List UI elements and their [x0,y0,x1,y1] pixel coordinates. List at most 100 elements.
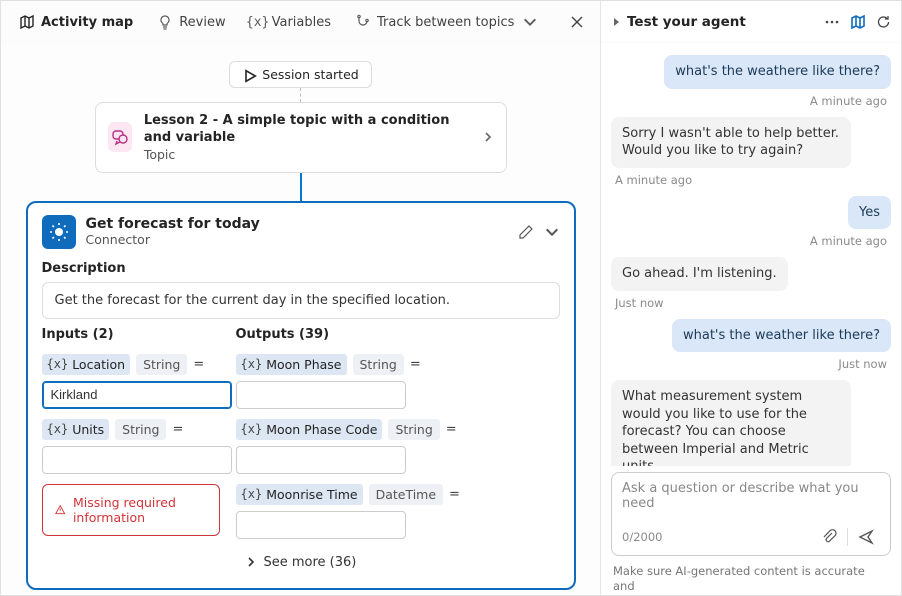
see-more-button[interactable]: See more (36) [236,549,560,570]
node-title: Get forecast for today [86,216,260,232]
param-output: {x}Moonrise Time DateTime = [236,484,560,539]
map-icon [19,14,35,30]
node-subtitle: Connector [86,232,260,247]
description-text: Get the forecast for the current day in … [42,282,560,319]
tab-label: Variables [272,15,331,30]
chevron-down-icon[interactable] [544,224,560,240]
equals-sign: = [193,357,204,372]
chevron-down-icon [522,14,538,30]
warning-icon [55,503,65,517]
action-node[interactable]: Get forecast for today Connector Descrip… [26,201,576,590]
tab-label: Activity map [41,15,133,30]
session-label: Session started [262,67,358,82]
collapse-icon[interactable] [611,17,621,27]
outputs-heading: Outputs (39) [236,323,560,344]
tab-review[interactable]: Review [147,8,235,36]
param-value-input[interactable] [236,381,406,409]
error-text: Missing required information [73,495,207,525]
chevron-right-icon[interactable] [482,131,494,143]
chat-log: what's the weathere like there? A minute … [601,43,901,466]
refresh-icon[interactable] [876,14,891,30]
variable-token[interactable]: {x}Moonrise Time [236,484,363,505]
param-value-input[interactable] [236,511,406,539]
connector-line [300,88,301,102]
topbar: Activity map Review {x} Variables Track … [1,1,600,43]
variable-token[interactable]: {x}Moon Phase Code [236,419,383,440]
see-more-label: See more (36) [264,555,357,570]
panel-header: Test your agent [601,1,901,43]
param-output: {x}Moon Phase String = [236,354,560,409]
equals-sign: = [172,422,183,437]
weather-icon [42,215,76,249]
bot-message: Sorry I wasn't able to help better. Woul… [611,117,851,168]
lesson-subtitle: Topic [144,147,470,162]
test-agent-panel: Test your agent what's the weathere like… [601,1,901,595]
close-button[interactable] [562,7,592,37]
equals-sign: = [449,487,460,502]
timestamp: A minute ago [615,173,692,187]
param-value-input[interactable] [42,446,232,474]
lesson-card[interactable]: Lesson 2 - A simple topic with a conditi… [95,102,507,173]
timestamp: A minute ago [810,234,887,248]
lightbulb-icon [157,14,173,30]
map-icon[interactable] [850,14,866,30]
tab-track-between-topics[interactable]: Track between topics [345,8,548,36]
node-header: Get forecast for today Connector [42,215,560,249]
param-output: {x}Moon Phase Code String = [236,419,560,474]
composer-input[interactable] [622,481,880,519]
variable-token[interactable]: {x}Moon Phase [236,354,347,375]
timestamp: Just now [615,296,664,310]
timestamp: A minute ago [810,94,887,108]
bot-message: Go ahead. I'm listening. [611,257,788,291]
param-units: {x}Units String = [42,419,232,474]
inputs-heading: Inputs (2) [42,323,232,344]
user-message: what's the weather like there? [672,319,891,353]
user-message: Yes [848,196,891,230]
play-icon [242,68,256,82]
variable-token[interactable]: {x}Units [42,419,110,440]
bot-message: What measurement system would you like t… [611,380,851,466]
send-icon[interactable] [852,525,880,549]
activity-map-pane: Activity map Review {x} Variables Track … [1,1,601,595]
param-type: String [136,354,187,375]
edit-icon[interactable] [518,224,534,240]
disclaimer: Make sure AI-generated content is accura… [601,560,901,595]
param-name: Units [72,422,104,437]
param-value-input[interactable] [236,446,406,474]
param-name: Moon Phase [266,357,341,372]
description-heading: Description [42,261,560,276]
braces-icon: {x} [250,14,266,30]
separator [847,528,848,546]
chevron-right-icon [246,557,256,567]
equals-sign: = [446,422,457,437]
validation-error: Missing required information [42,484,220,536]
outputs-column: Outputs (39) {x}Moon Phase String = {x}M… [236,323,560,570]
inputs-column: Inputs (2) {x}Location String = {x}Units… [42,323,232,570]
connector-line [300,173,302,201]
param-location: {x}Location String = [42,354,232,409]
user-message: what's the weathere like there? [664,55,891,89]
topic-icon [108,122,132,152]
tab-variables[interactable]: {x} Variables [240,8,341,36]
param-name: Location [72,357,125,372]
attach-icon[interactable] [815,525,843,549]
lesson-title: Lesson 2 - A simple topic with a conditi… [144,113,470,147]
param-name: Moonrise Time [266,487,357,502]
tab-activity-map[interactable]: Activity map [9,8,143,36]
composer: 0/2000 [611,472,891,556]
timestamp: Just now [838,357,887,371]
variable-token[interactable]: {x}Location [42,354,131,375]
more-icon[interactable] [824,14,840,30]
param-type: DateTime [369,484,443,505]
tab-label: Review [179,15,225,30]
param-value-input[interactable] [42,381,232,409]
param-type: String [353,354,404,375]
char-counter: 0/2000 [622,530,815,544]
equals-sign: = [410,357,421,372]
canvas[interactable]: Session started Lesson 2 - A simple topi… [1,43,600,595]
param-type: String [115,419,166,440]
panel-title: Test your agent [627,14,818,30]
session-pill: Session started [229,61,371,88]
tab-label: Track between topics [377,15,514,30]
track-icon [355,14,371,30]
